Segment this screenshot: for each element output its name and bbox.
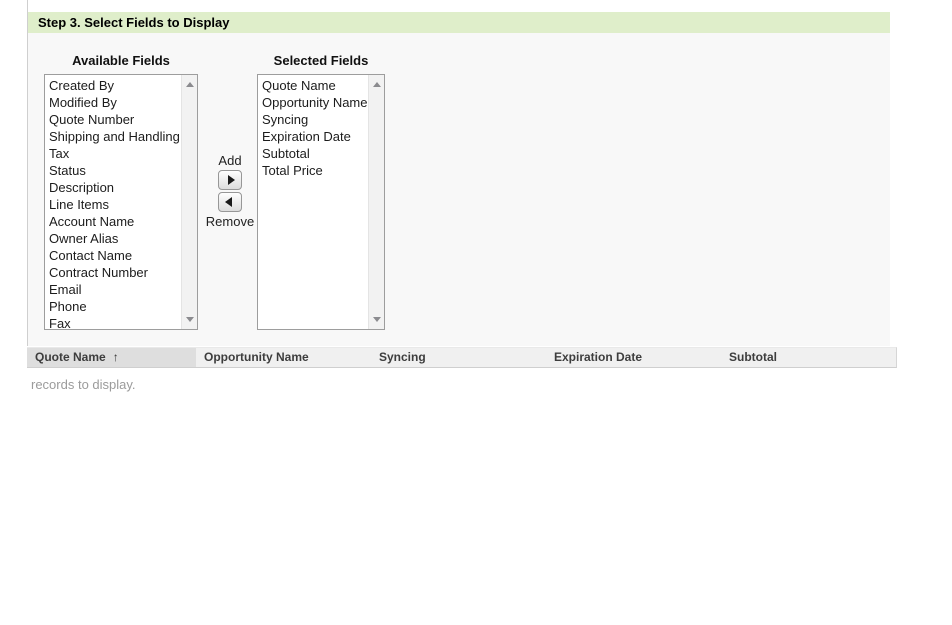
available-field-option[interactable]: Status xyxy=(45,162,181,179)
available-field-option[interactable]: Contact Name xyxy=(45,247,181,264)
field-selector-panel: Available Fields Selected Fields Created… xyxy=(28,33,890,346)
scroll-up-icon[interactable] xyxy=(372,82,381,87)
empty-records-text: records to display. xyxy=(31,377,136,392)
available-field-option[interactable]: Tax xyxy=(45,145,181,162)
available-field-option[interactable]: Email xyxy=(45,281,181,298)
scroll-down-icon[interactable] xyxy=(185,317,194,322)
column-label: Syncing xyxy=(379,350,426,364)
available-field-option[interactable]: Shipping and Handling xyxy=(45,128,181,145)
remove-label: Remove xyxy=(205,214,255,229)
column-header-expiration-date[interactable]: Expiration Date xyxy=(546,348,721,367)
selected-fields-list: Quote Name Opportunity Name Syncing Expi… xyxy=(258,75,368,329)
transfer-controls: Add Remove xyxy=(202,33,258,253)
column-label: Subtotal xyxy=(729,350,777,364)
available-field-option[interactable]: Phone xyxy=(45,298,181,315)
available-fields-list: Created By Modified By Quote Number Ship… xyxy=(45,75,181,329)
scroll-down-icon[interactable] xyxy=(372,317,381,322)
scroll-up-icon[interactable] xyxy=(185,82,194,87)
column-header-opportunity-name[interactable]: Opportunity Name xyxy=(196,348,371,367)
available-field-option[interactable]: Modified By xyxy=(45,94,181,111)
column-label: Quote Name xyxy=(35,350,106,364)
available-field-option[interactable]: Line Items xyxy=(45,196,181,213)
available-fields-listbox[interactable]: Created By Modified By Quote Number Ship… xyxy=(44,74,198,330)
column-header-quote-name[interactable]: Quote Name ↑ xyxy=(27,348,196,367)
column-label: Expiration Date xyxy=(554,350,643,364)
available-fields-scrollbar[interactable] xyxy=(181,75,197,329)
selected-fields-listbox[interactable]: Quote Name Opportunity Name Syncing Expi… xyxy=(257,74,385,330)
selected-field-option[interactable]: Expiration Date xyxy=(258,128,368,145)
step-title: Step 3. Select Fields to Display xyxy=(38,15,230,30)
available-field-option[interactable]: Account Name xyxy=(45,213,181,230)
column-label: Opportunity Name xyxy=(204,350,309,364)
selected-fields-label: Selected Fields xyxy=(273,53,369,68)
available-field-option[interactable]: Created By xyxy=(45,77,181,94)
available-field-option[interactable]: Owner Alias xyxy=(45,230,181,247)
preview-table-header-row: Quote Name ↑ Opportunity Name Syncing Exp… xyxy=(27,347,897,368)
selected-field-option[interactable]: Total Price xyxy=(258,162,368,179)
add-button[interactable] xyxy=(218,170,242,190)
selected-field-option[interactable]: Quote Name xyxy=(258,77,368,94)
right-arrow-icon xyxy=(228,175,235,185)
add-label: Add xyxy=(218,153,242,168)
remove-button[interactable] xyxy=(218,192,242,212)
left-arrow-icon xyxy=(225,197,232,207)
selected-field-option[interactable]: Syncing xyxy=(258,111,368,128)
available-field-option[interactable]: Description xyxy=(45,179,181,196)
column-header-syncing[interactable]: Syncing xyxy=(371,348,546,367)
selected-field-option[interactable]: Subtotal xyxy=(258,145,368,162)
available-fields-label: Available Fields xyxy=(72,53,170,68)
selected-fields-scrollbar[interactable] xyxy=(368,75,384,329)
available-field-option[interactable]: Quote Number xyxy=(45,111,181,128)
selected-field-option[interactable]: Opportunity Name xyxy=(258,94,368,111)
available-field-option[interactable]: Fax xyxy=(45,315,181,329)
step-header-bar: Step 3. Select Fields to Display xyxy=(28,12,890,33)
sort-ascending-icon: ↑ xyxy=(112,350,119,364)
column-header-subtotal[interactable]: Subtotal xyxy=(721,348,896,367)
available-field-option[interactable]: Contract Number xyxy=(45,264,181,281)
